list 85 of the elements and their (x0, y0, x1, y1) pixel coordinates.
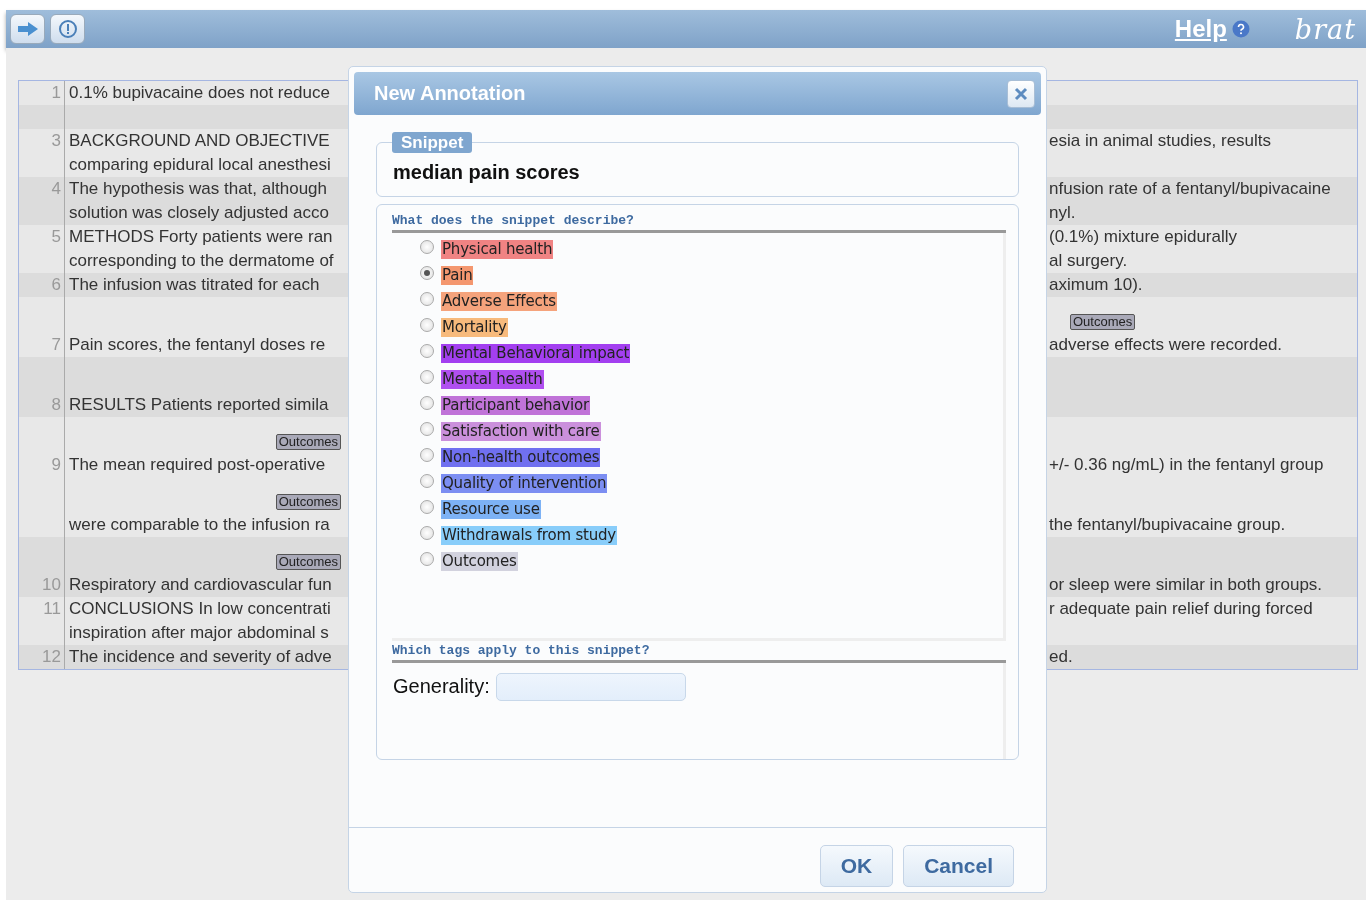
document-text: The incidence and severity of adve (69, 647, 332, 666)
close-icon (1014, 86, 1028, 101)
type-label[interactable]: Outcomes (441, 551, 518, 571)
document-text: the fentanyl/bupivacaine group. (1049, 515, 1286, 535)
line-number: 10 (41, 574, 61, 596)
section-heading: What does the snippet describe? (392, 213, 1006, 233)
type-label[interactable]: Non-health outcomes (441, 447, 601, 467)
type-label[interactable]: Mental health (441, 369, 544, 389)
snippet-legend: Snippet (392, 132, 473, 153)
radio-button[interactable] (420, 292, 434, 306)
document-text: aximum 10). (1049, 275, 1143, 295)
document-text: or sleep were similar in both groups. (1049, 575, 1323, 595)
type-label[interactable]: Satisfaction with care (441, 421, 601, 441)
radio-button[interactable] (420, 422, 434, 436)
document-text: Respiratory and cardiovascular fun (69, 575, 332, 594)
document-text: The mean required post-operative (69, 455, 326, 474)
radio-button[interactable] (420, 396, 434, 410)
forward-button[interactable] (10, 14, 45, 44)
document-text: BACKGROUND AND OBJECTIVE (69, 131, 330, 150)
annotation-label[interactable]: Outcomes (1070, 314, 1136, 330)
radio-button[interactable] (420, 370, 434, 384)
type-label[interactable]: Pain (441, 265, 474, 285)
type-label[interactable]: Withdrawals from study (441, 525, 618, 545)
line-number: 11 (42, 598, 61, 620)
radio-button[interactable] (420, 318, 434, 332)
type-label[interactable]: Participant behavior (441, 395, 590, 415)
alert-button[interactable] (50, 14, 85, 44)
radio-button[interactable] (420, 344, 434, 358)
document-text: comparing epidural local anesthesi (69, 155, 331, 174)
dialog-button[interactable]: Cancel (903, 845, 1014, 887)
annotation-label[interactable]: Outcomes (275, 494, 341, 510)
type-label[interactable]: Physical health (441, 239, 554, 259)
document-text: adverse effects were recorded. (1049, 335, 1283, 355)
radio-button[interactable] (420, 448, 434, 462)
radio-button[interactable] (420, 552, 434, 566)
dialog-button[interactable]: OK (819, 845, 894, 887)
radio-button[interactable] (420, 266, 434, 280)
exclamation-circle-icon (57, 19, 78, 39)
type-label[interactable]: Resource use (441, 499, 541, 519)
line-number: 8 (50, 394, 61, 416)
document-text: were comparable to the infusion ra (69, 515, 330, 534)
line-number: 12 (41, 646, 61, 668)
type-label[interactable]: Quality of intervention (441, 473, 608, 493)
document-text: Pain scores, the fentanyl doses re (69, 335, 326, 354)
document-text: nyl. (1049, 203, 1076, 223)
document-text: nfusion rate of a fentanyl/bupivacaine (1049, 179, 1331, 199)
type-label[interactable]: Adverse Effects (441, 291, 557, 311)
document-text: r adequate pain relief during forced (1049, 599, 1313, 619)
field-label: Generality: (393, 675, 490, 699)
document-text: +/- 0.36 ng/mL) in the fentanyl group (1049, 455, 1324, 475)
snippet-text: median pain scores (393, 161, 581, 184)
brat-logo: brat (1294, 13, 1356, 45)
annotation-label[interactable]: Outcomes (275, 434, 341, 450)
help-icon[interactable] (1231, 20, 1250, 38)
radio-button[interactable] (420, 474, 434, 488)
radio-button[interactable] (420, 500, 434, 514)
line-number: 9 (50, 454, 61, 476)
radio-button[interactable] (420, 526, 434, 540)
document-text: corresponding to the dermatome of (69, 251, 334, 270)
document-text: The infusion was titrated for each (69, 275, 320, 294)
type-label[interactable]: Mortality (441, 317, 508, 337)
line-number: 6 (50, 274, 61, 296)
document-text: The hypothesis was that, although (69, 179, 327, 198)
document-text: METHODS Forty patients were ran (69, 227, 333, 246)
dialog-title: New Annotation (374, 82, 527, 105)
document-text: RESULTS Patients reported simila (69, 395, 329, 414)
annotation-label[interactable]: Outcomes (275, 554, 341, 570)
right-arrow-icon (16, 21, 39, 37)
document-text: CONCLUSIONS In low concentrati (69, 599, 331, 618)
section-heading: Which tags apply to this snippet? (392, 643, 1006, 664)
radio-button[interactable] (420, 240, 434, 254)
line-number: 5 (50, 226, 61, 248)
document-text: solution was closely adjusted acco (69, 203, 329, 222)
line-number: 7 (50, 334, 61, 356)
line-number: 3 (50, 130, 61, 152)
line-number: 4 (50, 178, 61, 200)
document-text: (0.1%) mixture epidurally (1049, 227, 1237, 247)
close-button[interactable] (1007, 79, 1035, 108)
document-text: al surgery. (1049, 251, 1128, 271)
document-text: ed. (1049, 647, 1073, 667)
generality-field[interactable] (495, 673, 686, 702)
line-number: 1 (50, 82, 61, 104)
document-text: esia in animal studies, results (1049, 131, 1272, 151)
document-text: 0.1% bupivacaine does not reduce (69, 83, 330, 102)
document-text: inspiration after major abdominal s (69, 623, 329, 642)
